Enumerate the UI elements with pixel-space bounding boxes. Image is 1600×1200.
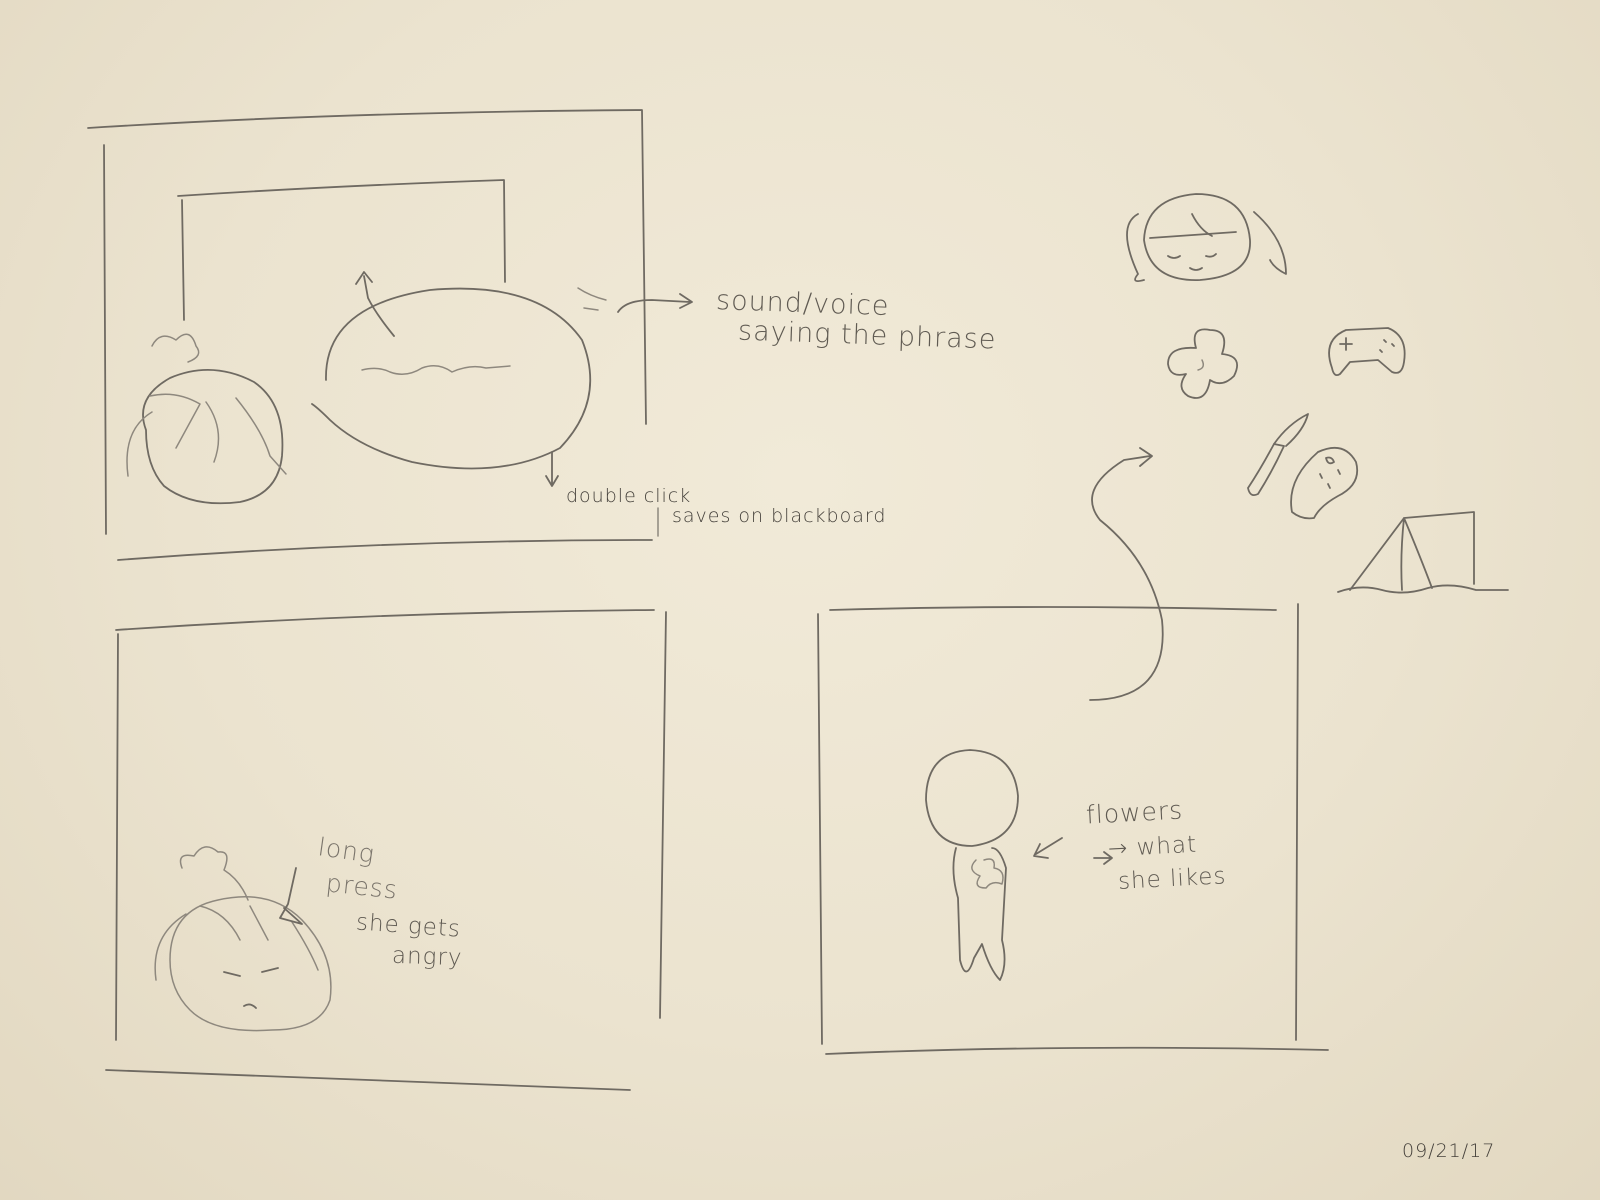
panel-3-frame: [817, 603, 1329, 1055]
panel-2-frame: [105, 609, 667, 1091]
sketch-drawing: [87, 109, 1509, 1091]
flower-icon: [1167, 328, 1238, 399]
note-saves-blackboard: saves on blackboard: [672, 505, 887, 527]
paintbrush-icon: [1247, 413, 1309, 497]
sketch-date: 09/21/17: [1402, 1140, 1496, 1162]
tent-icon: [1337, 511, 1509, 594]
girl-face-icon: [1126, 193, 1287, 283]
paint-palette-icon: [1290, 446, 1359, 520]
note-flowers: flowers: [1085, 795, 1184, 830]
panel-3-character: [925, 749, 1113, 981]
panel-2-character: [154, 846, 332, 1032]
note-what: → what: [1107, 831, 1198, 863]
note-double-click: double click: [566, 485, 692, 507]
game-controller-icon: [1328, 327, 1406, 377]
sketch-sheet: sound/voice saying the phrase double cli…: [0, 0, 1600, 1200]
panel-1-character: [126, 333, 287, 505]
flow-arrow: [1089, 447, 1164, 701]
note-angry: angry: [391, 942, 463, 972]
sound-arrow: [577, 287, 693, 313]
speech-bubble: [311, 271, 592, 470]
